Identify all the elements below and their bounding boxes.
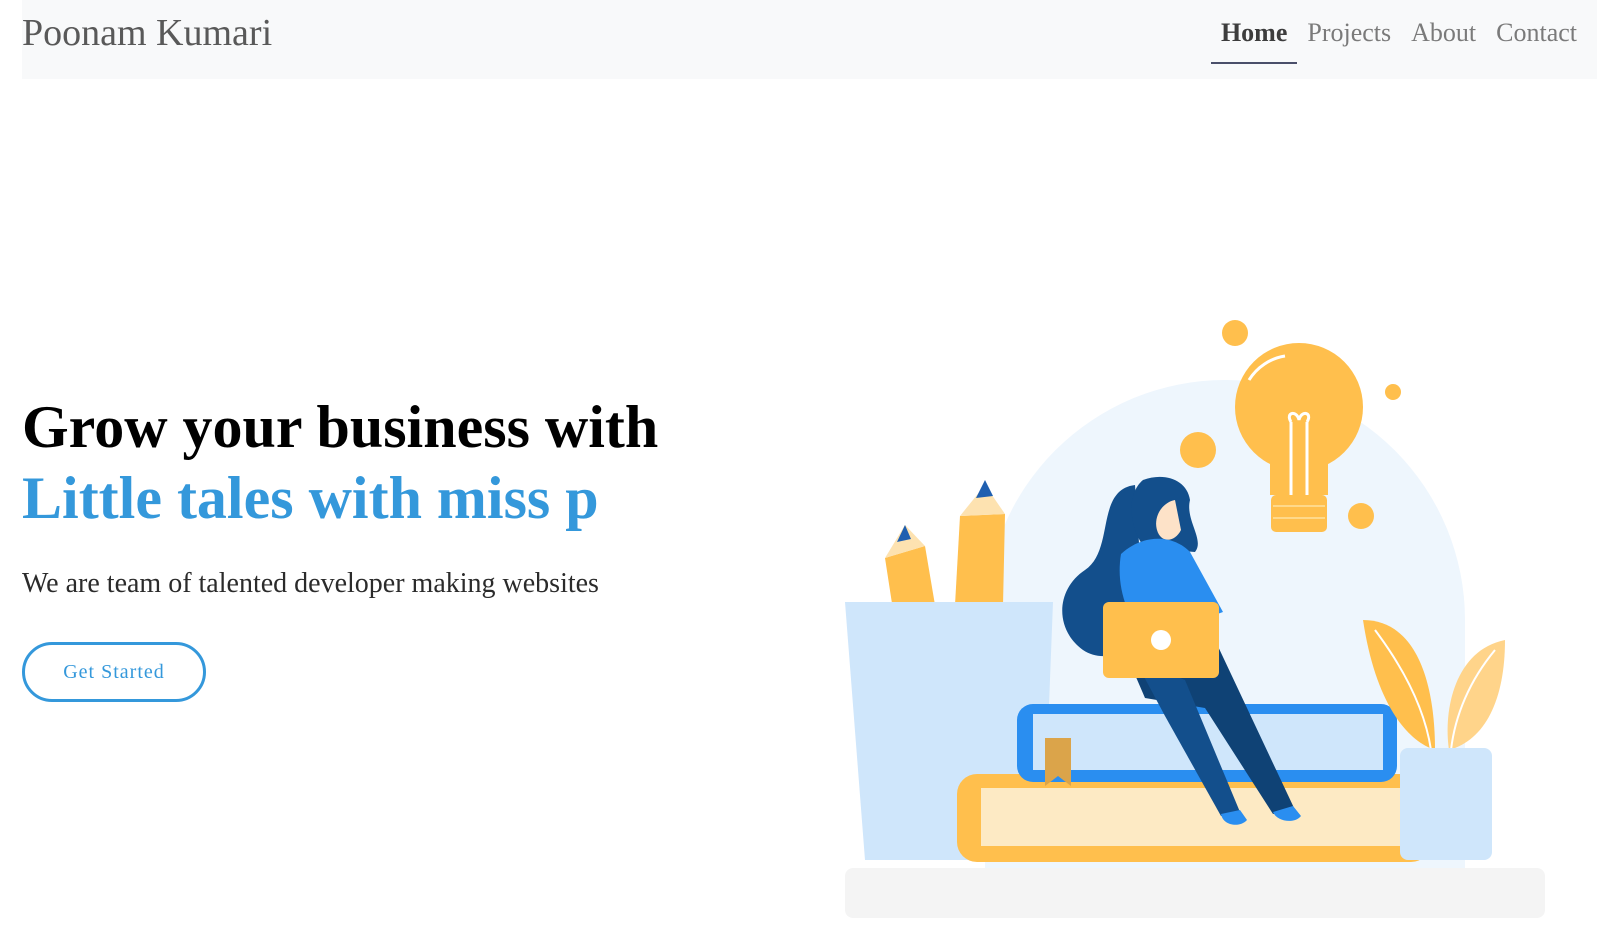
hero-headline: Grow your business with xyxy=(22,394,659,460)
hero-tagline: We are team of talented developer making… xyxy=(22,568,599,599)
brand-logo-text[interactable]: Poonam Kumari xyxy=(22,14,272,52)
ground-shadow xyxy=(845,868,1545,918)
nav-link-contact[interactable]: Contact xyxy=(1486,18,1587,48)
navbar: Poonam Kumari Home Projects About Contac… xyxy=(22,0,1597,79)
woman-with-laptop-illustration xyxy=(845,320,1545,918)
nav-link-projects[interactable]: Projects xyxy=(1297,18,1401,48)
hero-section: Grow your business with Little tales wit… xyxy=(22,393,742,600)
nav-link-home[interactable]: Home xyxy=(1210,18,1298,64)
get-started-button[interactable]: Get Started xyxy=(22,642,206,702)
nav-link-about[interactable]: About xyxy=(1401,18,1486,48)
hero-headline-accent: Little tales with miss p xyxy=(22,465,599,531)
nav-links: Home Projects About Contact xyxy=(1210,18,1587,64)
pencil-icon xyxy=(885,480,1005,610)
